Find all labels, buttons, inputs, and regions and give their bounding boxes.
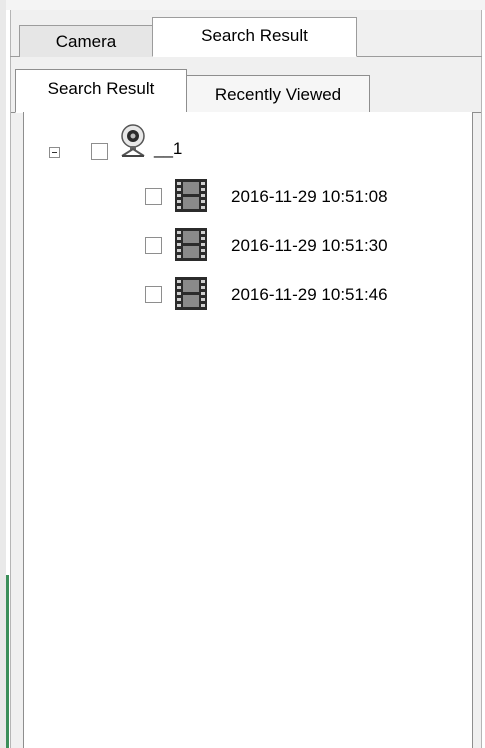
recording-checkbox[interactable] bbox=[145, 237, 162, 254]
film-icon bbox=[175, 228, 207, 261]
subtab-recently-viewed[interactable]: Recently Viewed bbox=[186, 75, 370, 113]
film-icon bbox=[175, 179, 207, 212]
recording-checkbox[interactable] bbox=[145, 286, 162, 303]
subtab-search-result[interactable]: Search Result bbox=[15, 69, 187, 113]
tree-root-checkbox[interactable] bbox=[91, 143, 108, 160]
webcam-icon bbox=[121, 124, 145, 157]
recording-checkbox[interactable] bbox=[145, 188, 162, 205]
left-accent-bar bbox=[6, 575, 9, 748]
recording-label[interactable]: 2016-11-29 10:51:08 bbox=[231, 187, 388, 207]
tab-camera[interactable]: Camera bbox=[19, 25, 153, 57]
top-tab-bar: Camera Search Result bbox=[10, 10, 482, 57]
tree-root-label[interactable]: __1 bbox=[154, 139, 182, 159]
result-tree: __1 2016-11-29 10:51:08 2016-11-29 10:51… bbox=[23, 112, 473, 748]
top-strip bbox=[0, 0, 485, 10]
recording-label[interactable]: 2016-11-29 10:51:46 bbox=[231, 285, 388, 305]
tab-search-result[interactable]: Search Result bbox=[152, 17, 357, 57]
app-window: Camera Search Result Search Result Recen… bbox=[0, 0, 485, 748]
collapse-toggle[interactable] bbox=[49, 147, 60, 158]
film-icon bbox=[175, 277, 207, 310]
recording-label[interactable]: 2016-11-29 10:51:30 bbox=[231, 236, 388, 256]
